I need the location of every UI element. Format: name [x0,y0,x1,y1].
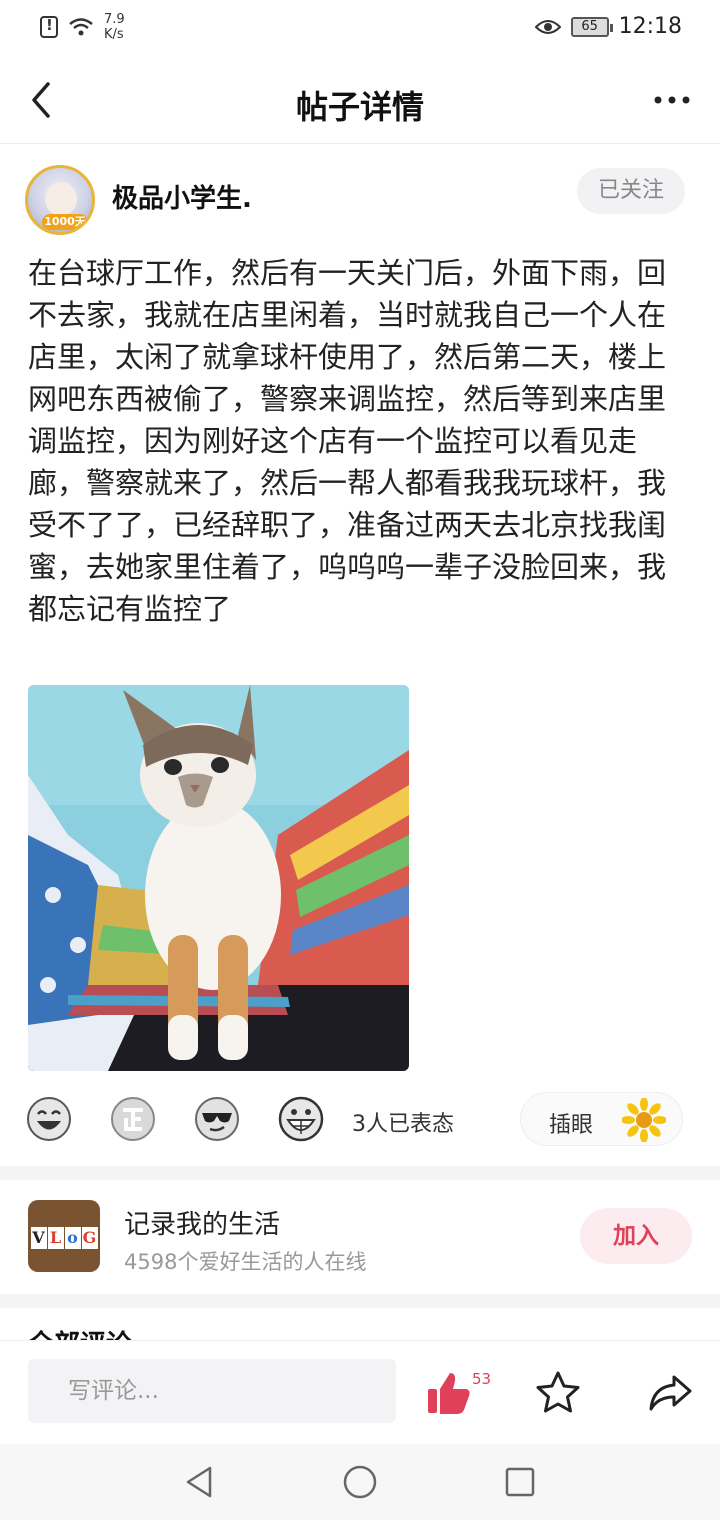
grinning-emoji-icon[interactable] [278,1096,324,1142]
share-button[interactable] [646,1369,694,1417]
vlog-letter: V [30,1227,47,1249]
reaction-count: 3人已表态 [352,1112,454,1137]
nav-recents-icon[interactable] [500,1462,540,1502]
post-image[interactable] [28,685,409,1071]
vlog-logo-text: V L o G [30,1227,98,1249]
tag-button[interactable]: 插眼 [520,1092,683,1146]
reactions-row: 3人已表态 插眼 [0,1090,720,1154]
eye-icon [534,19,561,34]
avatar-badge: 1000天 [42,214,88,230]
zheng-emoji-icon[interactable] [110,1096,156,1142]
more-dots-icon [654,96,690,104]
avatar-face [45,182,77,216]
network-speed-value: 7.9 [104,12,125,27]
status-left: 7.9 K/s [40,12,125,42]
clock: 12:18 [618,14,682,39]
cat-photo-illustration [28,685,409,1071]
nav-back-icon[interactable] [180,1462,220,1502]
group-subtitle: 4598个爱好生活的人在线 [124,1250,367,1274]
vlog-letter: G [81,1227,98,1249]
favorite-button[interactable] [534,1369,582,1417]
system-nav-bar [0,1444,720,1520]
status-bar: 7.9 K/s 65 12:18 [0,0,720,56]
vlog-letter: L [47,1227,64,1249]
post-body-text: 在台球厅工作，然后有一天关门后，外面下雨，回不去家，我就在店里闲着，当时就我自己… [28,256,667,626]
network-speed-unit: K/s [104,27,124,42]
status-right: 65 12:18 [534,14,682,39]
sunglasses-emoji-icon[interactable] [194,1096,240,1142]
top-app-bar: 帖子详情 [0,56,720,144]
share-arrow-icon [649,1375,692,1411]
alert-icon [40,16,58,38]
laughing-emoji-icon[interactable] [26,1096,72,1142]
follow-button[interactable]: 已关注 [577,168,685,214]
group-title: 记录我的生活 [124,1210,281,1240]
more-options-button[interactable] [648,78,696,122]
star-icon [536,1371,580,1413]
like-count: 53 [472,1370,492,1388]
tag-label: 插眼 [549,1113,594,1138]
author-row: 1000天 极品小学生. 已关注 [0,160,720,240]
sunflower-icon [622,1098,666,1142]
nav-home-icon[interactable] [340,1462,380,1502]
thumbs-up-icon [428,1373,470,1414]
group-logo: V L o G [28,1200,100,1272]
vlog-letter: o [64,1227,81,1249]
section-divider [0,1166,720,1180]
group-card[interactable]: V L o G 记录我的生活 4598个爱好生活的人在线 加入 [0,1180,720,1292]
battery-indicator: 65 [570,16,613,37]
page-title: 帖子详情 [295,88,424,126]
avatar[interactable]: 1000天 [25,165,95,235]
author-name[interactable]: 极品小学生. [112,178,252,215]
bottom-action-bar: 53 [0,1340,720,1444]
section-divider [0,1294,720,1308]
join-button[interactable]: 加入 [580,1208,692,1264]
network-speed: 7.9 K/s [104,12,125,42]
comment-input[interactable] [28,1359,396,1423]
wifi-icon [69,18,93,36]
